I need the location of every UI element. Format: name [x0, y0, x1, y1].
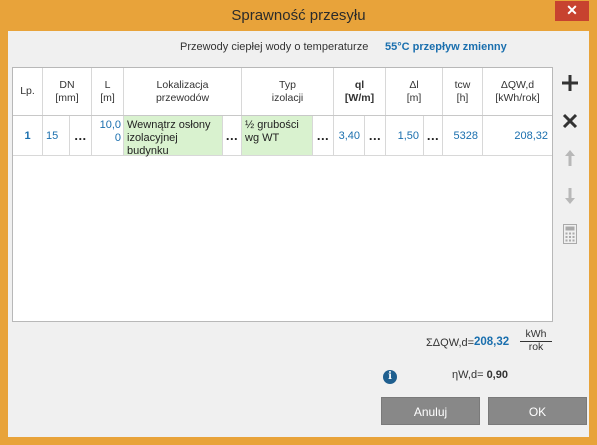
dialog-window: Sprawność przesyłu ✕ Przewody ciepłej wo…	[0, 0, 597, 445]
col-header-dq: ΔQW,d [kWh/rok]	[495, 78, 540, 104]
cell-ql[interactable]: 3,40	[334, 116, 365, 155]
move-up-button[interactable]	[556, 144, 584, 172]
dl-picker-button[interactable]: ...	[424, 116, 443, 155]
cell-lokalizacja[interactable]: Wewnątrz osłony izolacyjnej budynku	[124, 116, 223, 157]
total-losses-value: 208,32	[474, 336, 510, 348]
move-down-button[interactable]	[556, 182, 584, 210]
cell-dn[interactable]: 15	[43, 116, 70, 155]
pipe-type-label: Przewody ciepłej wody o temperaturze	[180, 41, 369, 53]
efficiency-label: ηW,d=	[452, 369, 484, 381]
title-bar: Sprawność przesyłu ✕	[0, 0, 597, 31]
efficiency: ηW,d= 0,90	[452, 369, 508, 381]
pipes-table: Lp. DN [mm] L [m] Lokalizacja przewodów Typ…	[12, 67, 553, 322]
cell-tcw[interactable]: 5328	[443, 116, 483, 155]
col-header-ql: ql [W/m]	[334, 68, 386, 115]
lokalizacja-picker-button[interactable]: ...	[223, 116, 242, 155]
calculator-button[interactable]	[556, 220, 584, 248]
total-losses-label: ΣΔQW,d=	[426, 337, 475, 349]
col-header-dl: Δl [m]	[386, 68, 443, 115]
col-header-lp: Lp.	[13, 68, 43, 115]
ql-picker-button[interactable]: ...	[365, 116, 386, 155]
cancel-button[interactable]: Anuluj	[381, 397, 480, 425]
ok-button[interactable]: OK	[488, 397, 587, 425]
arrow-up-icon	[565, 150, 575, 166]
cell-lp: 1	[13, 116, 43, 155]
info-icon[interactable]: i	[383, 370, 397, 384]
plus-icon	[562, 75, 578, 91]
col-header-lokalizacja: Lokalizacja przewodów	[124, 68, 242, 115]
col-header-tcw: tcw [h]	[443, 68, 483, 115]
dn-picker-button[interactable]: ...	[70, 116, 92, 155]
table-header-row: Lp. DN [mm] L [m] Lokalizacja przewodów Typ…	[13, 68, 552, 116]
col-header-typ: Typ izolacji	[242, 68, 334, 115]
arrow-down-icon	[565, 188, 575, 204]
calculator-icon	[563, 224, 577, 244]
close-button[interactable]: ✕	[555, 1, 589, 21]
delete-row-button[interactable]	[556, 107, 584, 135]
cell-l[interactable]: 10,0 0	[92, 116, 124, 155]
dialog-content: Przewody ciepłej wody o temperaturze 55°…	[8, 31, 589, 437]
col-header-l: L [m]	[92, 68, 124, 115]
cell-typ-izolacji[interactable]: ½ grubości wg WT	[242, 116, 313, 155]
add-row-button[interactable]	[556, 69, 584, 97]
window-title: Sprawność przesyłu	[231, 7, 366, 24]
col-header-dn: DN [mm]	[43, 68, 92, 115]
cell-dl[interactable]: 1,50	[386, 116, 424, 155]
pipe-type-header: Przewody ciepłej wody o temperaturze 55°…	[8, 41, 589, 57]
close-icon	[562, 113, 578, 129]
typ-picker-button[interactable]: ...	[313, 116, 334, 155]
total-losses-unit: kWh rok	[520, 329, 552, 353]
pipe-type-value[interactable]: 55°C przepływ zmienny	[385, 41, 507, 53]
cell-dq: 208,32	[514, 129, 548, 142]
table-row[interactable]: 1 15 ... 10,0 0 Wewnątrz osłony izolacyjne…	[13, 116, 552, 157]
efficiency-value: 0,90	[486, 369, 508, 381]
